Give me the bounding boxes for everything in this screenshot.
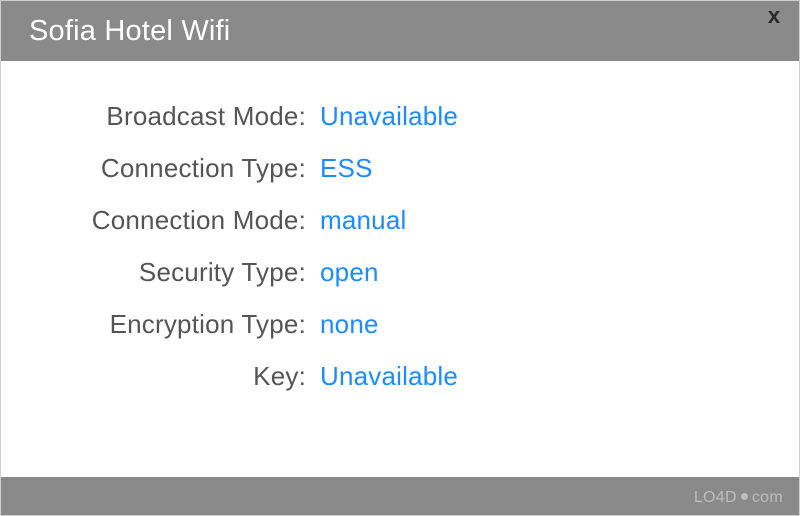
watermark-right: com <box>752 489 783 506</box>
detail-row: Security Type open <box>31 257 769 288</box>
value-connection-type: ESS <box>320 153 373 184</box>
label-security-type: Security Type <box>31 257 320 288</box>
label-broadcast-mode: Broadcast Mode <box>31 101 320 132</box>
value-connection-mode: manual <box>320 205 406 236</box>
close-button[interactable]: x <box>759 2 789 30</box>
detail-row: Connection Mode manual <box>31 205 769 236</box>
watermark-left: LO4D <box>694 489 737 506</box>
watermark: LO4D com <box>694 489 783 507</box>
label-encryption-type: Encryption Type <box>31 309 320 340</box>
window-title: Sofia Hotel Wifi <box>29 15 230 48</box>
value-key: Unavailable <box>320 361 458 392</box>
detail-row: Broadcast Mode Unavailable <box>31 101 769 132</box>
details-panel: Broadcast Mode Unavailable Connection Ty… <box>1 61 799 433</box>
footer-bar <box>1 477 799 515</box>
dot-icon <box>741 493 748 500</box>
label-connection-mode: Connection Mode <box>31 205 320 236</box>
label-key: Key <box>31 361 320 392</box>
label-connection-type: Connection Type <box>31 153 320 184</box>
detail-row: Connection Type ESS <box>31 153 769 184</box>
detail-row: Key Unavailable <box>31 361 769 392</box>
titlebar: Sofia Hotel Wifi x <box>1 1 799 61</box>
value-security-type: open <box>320 257 379 288</box>
wifi-details-window: Sofia Hotel Wifi x Broadcast Mode Unavai… <box>0 0 800 516</box>
value-broadcast-mode: Unavailable <box>320 101 458 132</box>
detail-row: Encryption Type none <box>31 309 769 340</box>
value-encryption-type: none <box>320 309 379 340</box>
